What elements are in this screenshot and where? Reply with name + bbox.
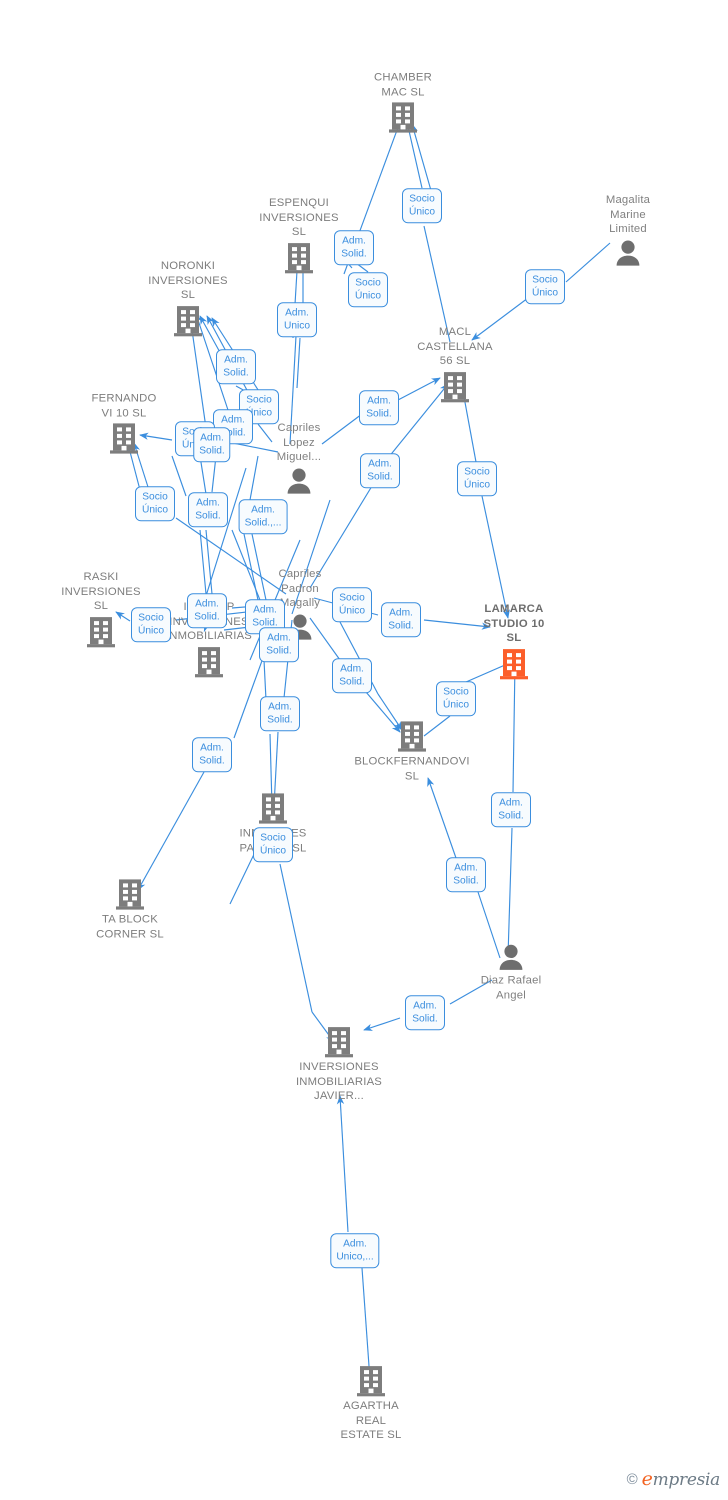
node-label: ESPENQUI INVERSIONES SL [259,197,339,239]
building-icon [194,646,224,678]
node-lamarca-studio-10-sl[interactable]: LAMARCA STUDIO 10 SL [454,602,574,680]
edge-label-adm-solid-multi[interactable]: Adm. Solid.,... [238,499,288,535]
node-label: RASKI INVERSIONES SL [61,571,141,613]
edge-label-adm-unico[interactable]: Adm. Unico [277,302,317,338]
edge-label-adm-solid[interactable]: Adm. Solid. [332,658,372,694]
node-inversiones-inmobiliarias-javier[interactable]: INVERSIONES INMOBILIARIAS JAVIER... [279,1026,399,1104]
building-icon [397,720,427,752]
edge-label-adm-solid[interactable]: Adm. Solid. [446,857,486,893]
edge-label-adm-solid[interactable]: Adm. Solid. [260,696,300,732]
edge-label-adm-solid[interactable]: Adm. Solid. [192,737,232,773]
node-label: FERNANDO VI 10 SL [91,392,157,419]
building-icon [440,371,470,403]
building-icon [284,242,314,274]
edge-label-adm-solid[interactable]: Adm. Solid. [334,230,374,266]
person-icon [613,239,643,267]
edge-label-socio-unico[interactable]: Socio Único [457,461,497,497]
brand-name: empresia [641,1468,721,1490]
edge-label-socio-unico[interactable]: Socio Único [525,269,565,305]
node-label: AGARTHA REAL ESTATE SL [340,1400,402,1442]
node-agartha-real-estate-sl[interactable]: AGARTHA REAL ESTATE SL [311,1365,431,1443]
edge-label-adm-solid[interactable]: Adm. Solid. [491,792,531,828]
node-label: NORONKI INVERSIONES SL [148,260,228,302]
node-macl-castellana-56-sl[interactable]: MACL CASTELLANA 56 SL [395,325,515,403]
edge-label-adm-solid[interactable]: Adm. Solid. [360,453,400,489]
node-label: TA BLOCK CORNER SL [96,913,164,940]
edge-label-socio-unico[interactable]: Socio Único [332,587,372,623]
building-icon [356,1365,386,1397]
node-label: Diaz Rafael Angel [480,974,542,1001]
node-magalita-marine-limited[interactable]: Magalita Marine Limited [568,193,688,267]
edge-label-adm-solid[interactable]: Adm. Solid. [359,390,399,426]
edge-label-adm-solid[interactable]: Adm. Solid. [188,492,228,528]
edge-label-adm-solid[interactable]: Adm. Solid. [193,427,231,463]
edge-label-adm-unico-multi[interactable]: Adm. Unico,... [330,1233,380,1269]
empresia-watermark: © empresia [626,1468,721,1490]
node-label: MACL CASTELLANA 56 SL [417,326,493,368]
node-diaz-rafael-angel[interactable]: Diaz Rafael Angel [451,943,571,1002]
building-icon [115,878,145,910]
brand-rest: mpresia [652,1470,721,1490]
brand-initial: e [641,1468,653,1490]
building-icon [324,1026,354,1058]
edge-label-adm-solid[interactable]: Adm. Solid. [187,593,227,629]
node-label: Magalita Marine Limited [605,194,651,236]
building-icon [388,102,418,134]
edge-label-socio-unico[interactable]: Socio Único [135,486,175,522]
building-icon [173,305,203,337]
copyright-icon: © [626,1470,638,1488]
building-icon [499,648,529,680]
node-label: CHAMBER MAC SL [374,71,432,98]
node-fernando-vi-10-sl[interactable]: FERNANDO VI 10 SL [64,391,184,454]
edge-label-adm-solid[interactable]: Adm. Solid. [259,627,299,663]
network-diagram-canvas: CHAMBER MAC SL ESPENQUI INVERSIONES SL M… [0,0,728,1500]
edge-label-socio-unico[interactable]: Socio Único [253,827,293,863]
edge-label-socio-unico[interactable]: Socio Único [131,607,171,643]
building-icon [109,423,139,455]
node-capriles-lopez-miguel[interactable]: Capriles Lopez Miguel... [239,421,359,495]
person-icon [496,943,526,971]
building-icon [258,792,288,824]
node-ta-block-corner-sl[interactable]: TA BLOCK CORNER SL [70,878,190,941]
node-label: INVERSIONES INMOBILIARIAS JAVIER... [295,1061,383,1103]
person-icon [284,467,314,495]
building-icon [86,616,116,648]
node-label: BLOCKFERNANDOVI SL [354,755,470,782]
edge-label-adm-solid[interactable]: Adm. Solid. [381,602,421,638]
edge-label-adm-solid[interactable]: Adm. Solid. [405,995,445,1031]
node-noronki-inversiones-sl[interactable]: NORONKI INVERSIONES SL [128,259,248,337]
node-label: Capriles Lopez Miguel... [276,422,322,464]
edge-label-adm-solid[interactable]: Adm. Solid. [216,349,256,385]
node-chamber-mac-sl[interactable]: CHAMBER MAC SL [343,70,463,133]
node-blockfernandovi-sl[interactable]: BLOCKFERNANDOVI SL [352,720,472,783]
edge-label-socio-unico[interactable]: Socio Único [436,681,476,717]
node-label: LAMARCA STUDIO 10 SL [483,603,545,645]
edge-label-socio-unico[interactable]: Socio Único [348,272,388,308]
edge-label-socio-unico[interactable]: Socio Único [402,188,442,224]
